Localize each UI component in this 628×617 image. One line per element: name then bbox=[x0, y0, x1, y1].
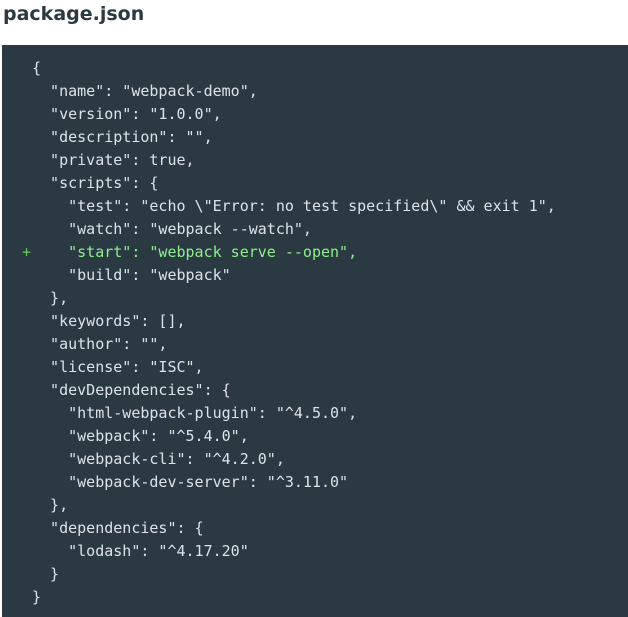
code-line: "name": "webpack-demo", bbox=[2, 80, 628, 103]
code-line-text: { bbox=[32, 59, 42, 77]
code-line: "license": "ISC", bbox=[2, 356, 628, 379]
code-line-text: }, bbox=[32, 289, 69, 307]
code-line-text: "version": "1.0.0", bbox=[32, 105, 222, 123]
code-line: "webpack": "^5.4.0", bbox=[2, 425, 628, 448]
code-line: "scripts": { bbox=[2, 172, 628, 195]
code-line-text: "license": "ISC", bbox=[32, 358, 204, 376]
code-line-text: "test": "echo \"Error: no test specified… bbox=[32, 197, 556, 215]
code-line-text: "description": "", bbox=[32, 128, 213, 146]
code-line: "webpack-dev-server": "^3.11.0" bbox=[2, 471, 628, 494]
code-line-text: "scripts": { bbox=[32, 174, 159, 192]
code-line: }, bbox=[2, 494, 628, 517]
code-line: "keywords": [], bbox=[2, 310, 628, 333]
code-line-added: + "start": "webpack serve --open", bbox=[2, 241, 628, 264]
code-line: "build": "webpack" bbox=[2, 264, 628, 287]
code-line-text: "dependencies": { bbox=[32, 519, 204, 537]
code-line-text: "webpack-dev-server": "^3.11.0" bbox=[32, 473, 349, 491]
code-line-text: "webpack-cli": "^4.2.0", bbox=[32, 450, 285, 468]
code-line-text: "keywords": [], bbox=[32, 312, 186, 330]
code-line: "webpack-cli": "^4.2.0", bbox=[2, 448, 628, 471]
code-line: "dependencies": { bbox=[2, 517, 628, 540]
code-line-text: "devDependencies": { bbox=[32, 381, 231, 399]
code-line-text: }, bbox=[32, 496, 69, 514]
code-line: } bbox=[2, 563, 628, 586]
code-line: "author": "", bbox=[2, 333, 628, 356]
code-block[interactable]: { "name": "webpack-demo", "version": "1.… bbox=[2, 45, 628, 617]
code-line: "private": true, bbox=[2, 149, 628, 172]
code-line: "lodash": "^4.17.20" bbox=[2, 540, 628, 563]
file-title: package.json bbox=[3, 3, 145, 25]
code-line: "version": "1.0.0", bbox=[2, 103, 628, 126]
code-line-text: "watch": "webpack --watch", bbox=[32, 220, 312, 238]
code-line-text: "author": "", bbox=[32, 335, 168, 353]
code-line-text: "lodash": "^4.17.20" bbox=[32, 542, 249, 560]
code-line: "devDependencies": { bbox=[2, 379, 628, 402]
code-line-text: } bbox=[32, 588, 42, 606]
code-line: }, bbox=[2, 287, 628, 310]
code-line-text: } bbox=[32, 565, 60, 583]
code-line: "html-webpack-plugin": "^4.5.0", bbox=[2, 402, 628, 425]
code-line: "test": "echo \"Error: no test specified… bbox=[2, 195, 628, 218]
code-line: { bbox=[2, 57, 628, 80]
code-line-text: "html-webpack-plugin": "^4.5.0", bbox=[32, 404, 358, 422]
code-line-text: "build": "webpack" bbox=[32, 266, 231, 284]
code-line-text: "name": "webpack-demo", bbox=[32, 82, 258, 100]
code-line: "watch": "webpack --watch", bbox=[2, 218, 628, 241]
code-line: } bbox=[2, 586, 628, 609]
code-line-text: "webpack": "^5.4.0", bbox=[32, 427, 249, 445]
code-line-text: "start": "webpack serve --open", bbox=[32, 243, 358, 261]
code-line-text: "private": true, bbox=[32, 151, 195, 169]
code-line: "description": "", bbox=[2, 126, 628, 149]
